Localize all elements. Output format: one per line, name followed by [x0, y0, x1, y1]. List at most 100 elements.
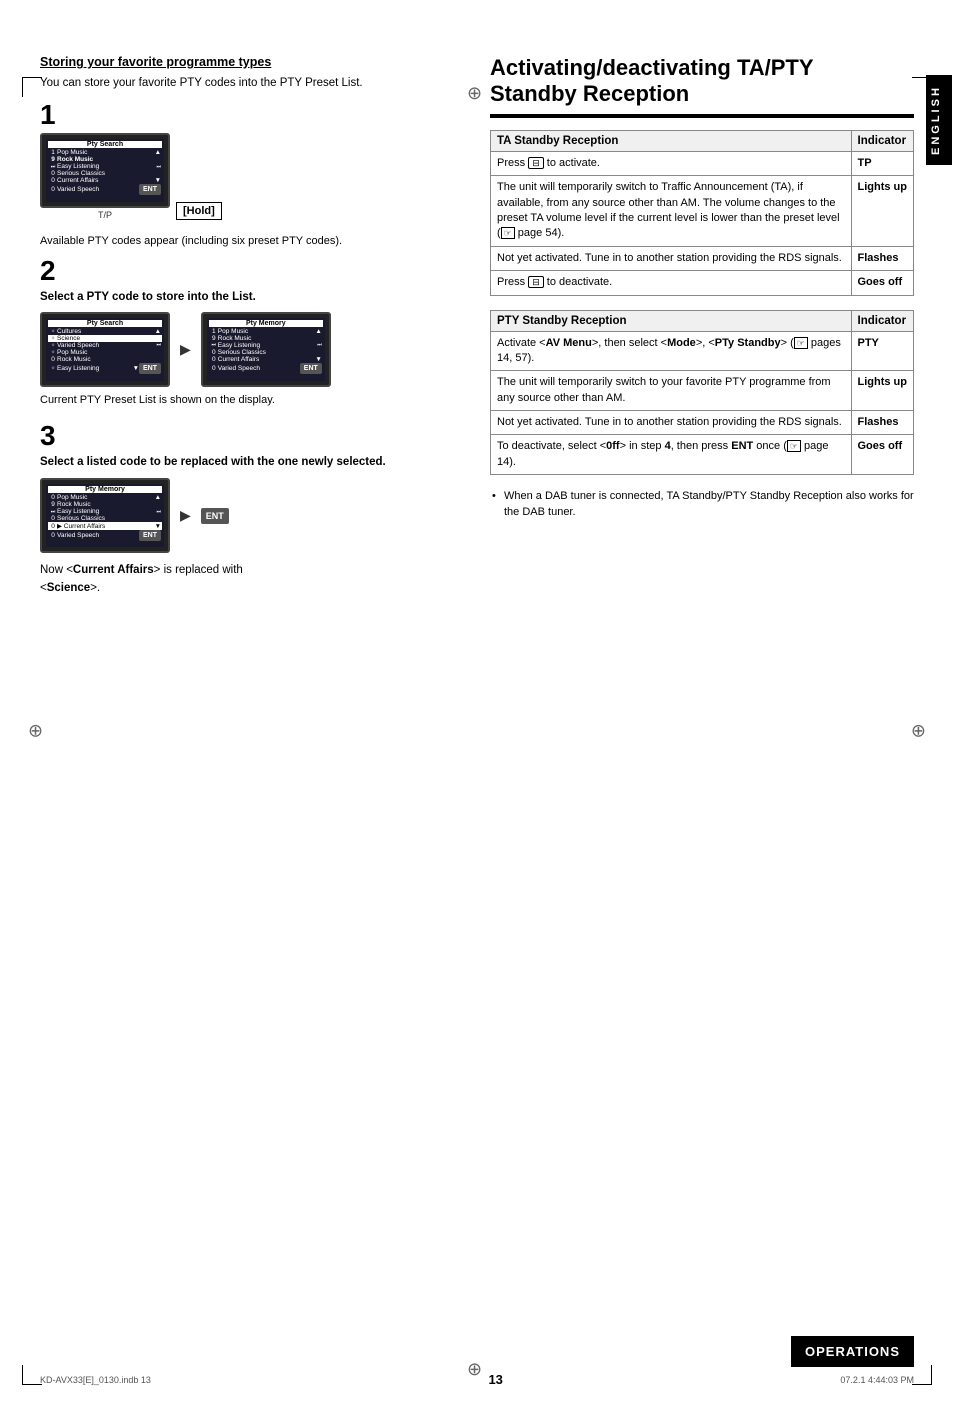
- screen-content: Pty Memory 1 Pop Music ▲ 9 Rock Music ⏭: [207, 318, 325, 381]
- screen-row: ☼ Pop Music: [48, 349, 162, 356]
- ta-indicator-2: Lights up: [851, 176, 914, 247]
- screen-title-1: Pty Search: [48, 141, 162, 148]
- right-column: ENGLISH Activating/deactivating TA/PTY S…: [490, 55, 914, 612]
- footer-left: KD-AVX33[E]_0130.indb 13: [40, 1375, 151, 1385]
- pty-search-screen-2: Pty Search ☼ Cultures ▲ ☼ Science ☼ V: [40, 312, 170, 387]
- pty-table-header-col2: Indicator: [851, 310, 914, 331]
- corner-mark-tl: [22, 77, 42, 97]
- crosshair-top: [467, 83, 487, 103]
- step-1-device-row: Pty Search 1 Pop Music ▲ 9 Rock Music: [40, 133, 460, 220]
- ta-table-header-col1: TA Standby Reception: [491, 130, 852, 151]
- section-title: Storing your favorite programme types: [40, 55, 460, 69]
- screen-row-selected: 0 ▶ Current Affairs ▼: [48, 522, 162, 530]
- ta-cell-1-1: Press ⊟ to activate.: [491, 151, 852, 175]
- screen-row: 0 Serious Classics: [48, 170, 162, 177]
- pty-row-1: Activate <AV Menu>, then select <Mode>, …: [491, 331, 914, 371]
- deactivate-button-icon: ⊟: [528, 276, 544, 288]
- ta-indicator-3: Flashes: [851, 246, 914, 270]
- section-intro: You can store your favorite PTY codes in…: [40, 75, 460, 91]
- arrow-right-step3-icon: ▶: [180, 507, 191, 524]
- corner-mark-bl: [22, 1365, 42, 1385]
- crosshair-right: [911, 721, 926, 742]
- screen-row: 0 Varied Speech ENT: [48, 184, 162, 195]
- ta-cell-3-1: Not yet activated. Tune in to another st…: [491, 246, 852, 270]
- pty-indicator-1: PTY: [851, 331, 914, 371]
- screen-row: 0 Varied Speech ENT: [48, 530, 162, 541]
- ta-table-header-col2: Indicator: [851, 130, 914, 151]
- screen-row: 1 Pop Music ▲: [48, 149, 162, 156]
- arrow-right-icon: ▶: [180, 341, 191, 358]
- screen-row: 9 Rock Music: [209, 335, 323, 342]
- available-text: Available PTY codes appear (including si…: [40, 234, 460, 249]
- english-tab: ENGLISH: [926, 75, 952, 165]
- hold-label: [Hold]: [176, 202, 222, 220]
- step-3-number: 3: [40, 422, 460, 450]
- footer-right-area: 07.2.1 4:44:03 PM OPERATIONS: [840, 1375, 914, 1385]
- pty-cell-3-1: Not yet activated. Tune in to another st…: [491, 411, 852, 435]
- page-ref-icon: ☞: [501, 227, 515, 239]
- pty-indicator-2: Lights up: [851, 371, 914, 411]
- ta-cell-2-1: The unit will temporarily switch to Traf…: [491, 176, 852, 247]
- ta-row-2: The unit will temporarily switch to Traf…: [491, 176, 914, 247]
- pty-cell-4-1: To deactivate, select <0ff> in step 4, t…: [491, 435, 852, 475]
- ta-row-4: Press ⊟ to deactivate. Goes off: [491, 271, 914, 295]
- ta-row-1: Press ⊟ to activate. TP: [491, 151, 914, 175]
- screen-row: 0 Varied Speech ENT: [209, 363, 323, 374]
- step-1: 1 Pty Search 1 Pop Music ▲ 9: [40, 101, 460, 220]
- screen-row: 0 Serious Classics: [48, 515, 162, 522]
- activate-button-icon: ⊟: [528, 157, 544, 169]
- step-2-number: 2: [40, 257, 460, 285]
- screen-row: 0 Current Affairs ▼: [209, 356, 323, 363]
- pty-cell-1-1: Activate <AV Menu>, then select <Mode>, …: [491, 331, 852, 371]
- screen-title: Pty Search: [48, 320, 162, 327]
- bullet-note: When a DAB tuner is connected, TA Standb…: [490, 489, 914, 520]
- screen-title: Pty Memory: [209, 320, 323, 327]
- ent-button: ENT: [201, 508, 229, 524]
- page-ref-icon-2: ☞: [794, 337, 808, 349]
- pty-row-3: Not yet activated. Tune in to another st…: [491, 411, 914, 435]
- step-2-description: Select a PTY code to store into the List…: [40, 289, 460, 305]
- tp-label: T/P: [98, 210, 112, 220]
- screen-row: 0 Rock Music: [48, 356, 162, 363]
- screen-row: 0 Current Affairs ▼: [48, 177, 162, 184]
- ta-row-3: Not yet activated. Tune in to another st…: [491, 246, 914, 270]
- ta-table: TA Standby Reception Indicator Press ⊟ t…: [490, 130, 914, 296]
- title-underline: [490, 114, 914, 118]
- left-column: Storing your favorite programme types Yo…: [40, 55, 460, 612]
- pty-cell-2-1: The unit will temporarily switch to your…: [491, 371, 852, 411]
- step-2: 2 Select a PTY code to store into the Li…: [40, 257, 460, 407]
- page-ref-icon-3: ☞: [787, 440, 801, 452]
- screen-row: 9 Rock Music: [48, 156, 162, 163]
- screen-row: ⏭ Easy Listening ⏭: [48, 163, 162, 170]
- step-1-number: 1: [40, 101, 460, 129]
- screen-content: Pty Search ☼ Cultures ▲ ☼ Science ☼ V: [46, 318, 164, 381]
- step-3: 3 Select a listed code to be replaced wi…: [40, 422, 460, 598]
- step-2-note: Current PTY Preset List is shown on the …: [40, 393, 460, 408]
- ta-indicator-1: TP: [851, 151, 914, 175]
- pty-row-4: To deactivate, select <0ff> in step 4, t…: [491, 435, 914, 475]
- screen-row: 9 Rock Music: [48, 501, 162, 508]
- screen-row-selected: ☼ Science: [48, 335, 162, 342]
- pty-memory-screen-step2: Pty Memory 1 Pop Music ▲ 9 Rock Music ⏭: [201, 312, 331, 387]
- screen-content: Pty Memory 0 Pop Music ▲ 9 Rock Music ⏭: [46, 484, 164, 547]
- page-footer: KD-AVX33[E]_0130.indb 13 13 07.2.1 4:44:…: [40, 1372, 914, 1387]
- crosshair-left: [28, 721, 43, 742]
- pty-table-header-col1: PTY Standby Reception: [491, 310, 852, 331]
- screen-row: 0 Pop Music ▲: [48, 494, 162, 501]
- step-1-screen: Pty Search 1 Pop Music ▲ 9 Rock Music: [40, 133, 170, 208]
- screen-row: ☼ Easy Listening ▼ ENT: [48, 363, 162, 374]
- step-3-description: Select a listed code to be replaced with…: [40, 454, 460, 470]
- step-3-device-row: Pty Memory 0 Pop Music ▲ 9 Rock Music ⏭: [40, 478, 460, 553]
- pty-memory-screen-step3: Pty Memory 0 Pop Music ▲ 9 Rock Music ⏭: [40, 478, 170, 553]
- main-layout: Storing your favorite programme types Yo…: [40, 55, 914, 612]
- screen-row: ☼ Varied Speech ⏭: [48, 342, 162, 349]
- screen-row: ⏭ Easy Listening ⏭: [209, 342, 323, 349]
- hold-label-container: [Hold]: [176, 200, 222, 220]
- pty-search-screen-1: Pty Search 1 Pop Music ▲ 9 Rock Music: [46, 139, 164, 202]
- pty-row-2: The unit will temporarily switch to your…: [491, 371, 914, 411]
- pty-indicator-4: Goes off: [851, 435, 914, 475]
- main-title: Activating/deactivating TA/PTY Standby R…: [490, 55, 914, 108]
- pty-table: PTY Standby Reception Indicator Activate…: [490, 310, 914, 476]
- screen-row: 0 Serious Classics: [209, 349, 323, 356]
- step-2-device-row: Pty Search ☼ Cultures ▲ ☼ Science ☼ V: [40, 312, 460, 387]
